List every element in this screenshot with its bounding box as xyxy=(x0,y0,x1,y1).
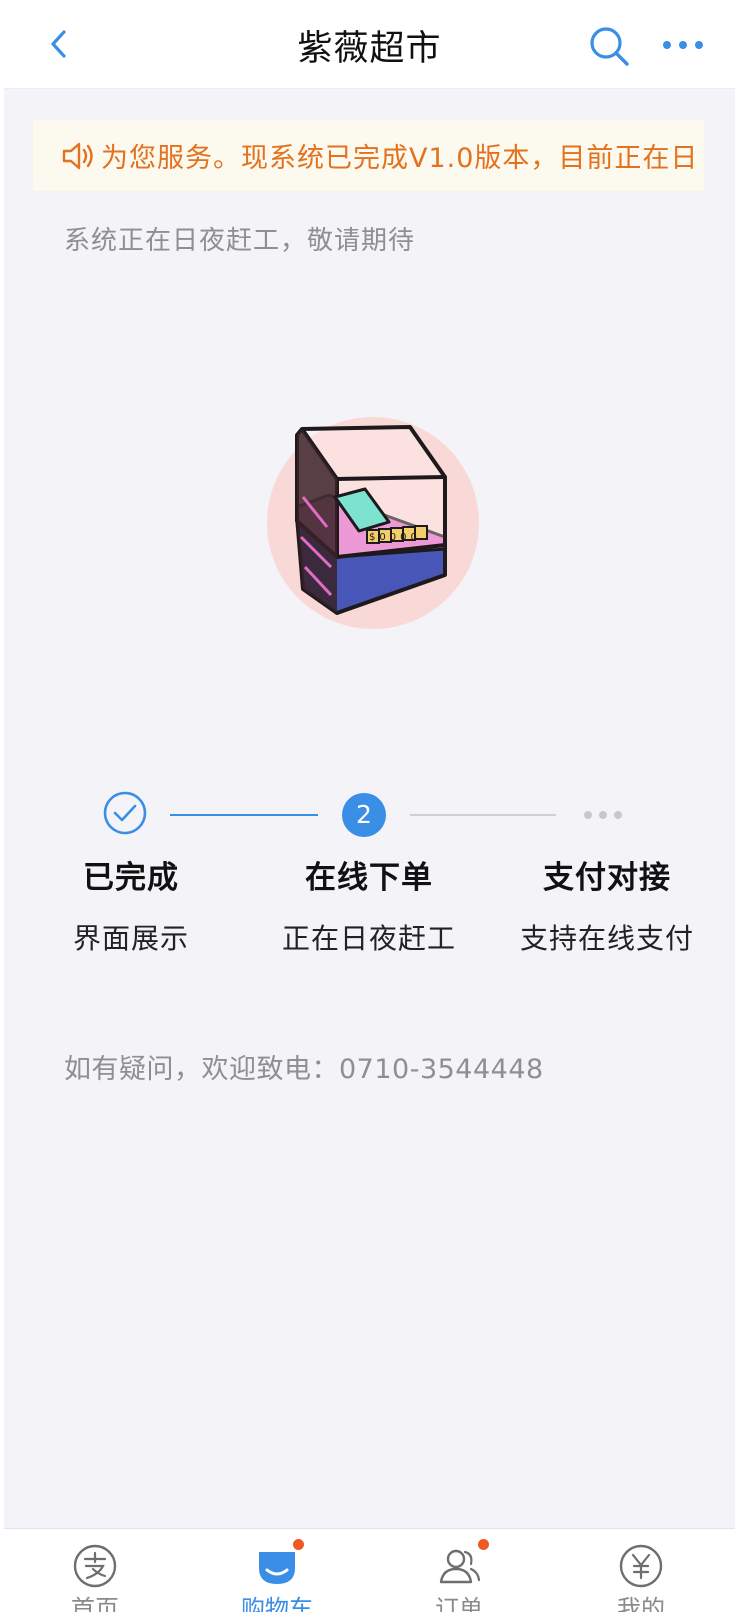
contact-info: 如有疑问，欢迎致电：0710-3544448 xyxy=(64,1054,544,1085)
step-current-number: 2 xyxy=(342,793,386,837)
step-title: 已完成 xyxy=(83,860,179,896)
step-done-check-icon xyxy=(103,791,147,835)
step-item-pending: 支付对接 支持在线支付 xyxy=(492,852,722,957)
display-case-illustration: $0000 xyxy=(267,417,479,629)
app-frame: 紫薇超市 为您服务。现系统已完成V1.0版本，目前正在日 系统正在日夜赶工，敬请… xyxy=(4,0,735,1612)
step-subtitle: 支持在线支付 xyxy=(519,922,694,955)
step-title: 支付对接 xyxy=(543,860,671,896)
step-item-current: 在线下单 正在日夜赶工 xyxy=(254,852,484,957)
nav-bar: 紫薇超市 xyxy=(4,0,735,89)
status-subtitle: 系统正在日夜赶工，敬请期待 xyxy=(64,226,416,256)
tab-label: 我的 xyxy=(617,1595,665,1612)
step-pending-dots-icon xyxy=(584,811,622,819)
step-connector-done xyxy=(170,814,318,816)
tab-profile[interactable]: 我的 xyxy=(550,1529,732,1612)
tab-label: 购物车 xyxy=(241,1595,313,1612)
step-connector-pending xyxy=(410,814,556,816)
price-tag-text: $0000 xyxy=(369,532,421,543)
notice-bar[interactable]: 为您服务。现系统已完成V1.0版本，目前正在日 xyxy=(33,120,704,191)
orders-badge-dot xyxy=(476,1537,491,1552)
step-item-done: 已完成 界面展示 xyxy=(16,852,246,957)
tab-label: 订单 xyxy=(435,1595,483,1612)
tab-bar: 首页 购物车 订单 我的 xyxy=(4,1528,735,1612)
cart-badge-dot xyxy=(291,1537,306,1552)
tab-cart[interactable]: 购物车 xyxy=(186,1529,368,1612)
tab-label: 首页 xyxy=(71,1595,119,1612)
tab-orders[interactable]: 订单 xyxy=(368,1529,550,1612)
more-options-icon[interactable] xyxy=(660,30,706,60)
tab-home[interactable]: 首页 xyxy=(4,1529,186,1612)
notice-text: 为您服务。现系统已完成V1.0版本，目前正在日 xyxy=(101,143,699,174)
search-icon[interactable] xyxy=(587,24,631,68)
step-subtitle: 界面展示 xyxy=(72,922,189,955)
yen-icon xyxy=(619,1544,663,1588)
step-subtitle: 正在日夜赶工 xyxy=(281,922,456,955)
step-title: 在线下单 xyxy=(305,860,433,896)
alipay-icon xyxy=(73,1544,117,1588)
users-icon xyxy=(439,1549,481,1584)
speaker-icon xyxy=(62,142,93,170)
